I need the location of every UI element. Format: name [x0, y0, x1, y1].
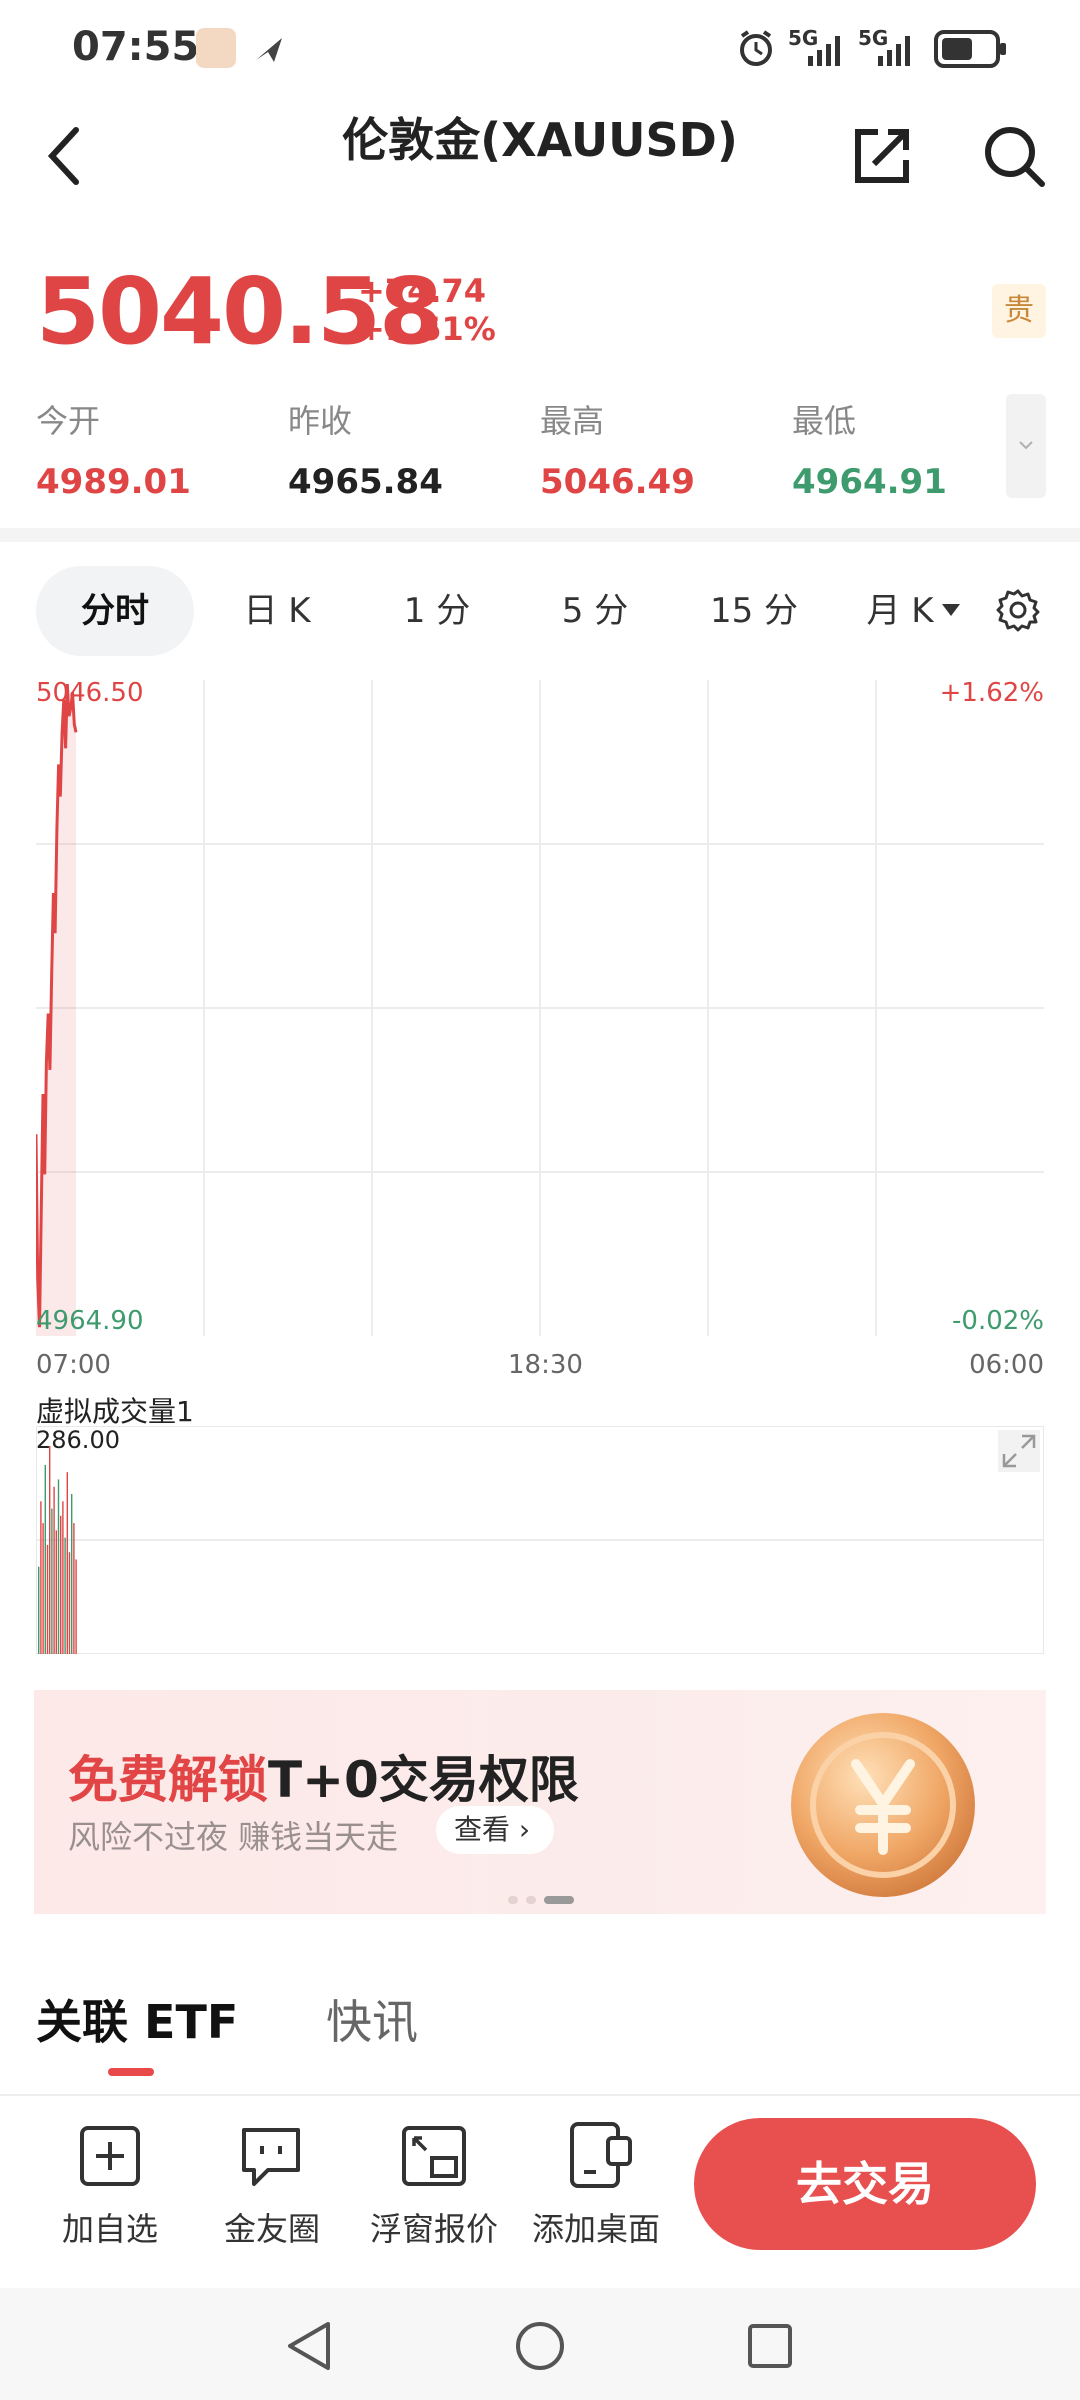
status-bar: 07:55 5G 5G [0, 0, 1080, 100]
nav-home-icon[interactable] [512, 2318, 568, 2374]
app-notification-icon [196, 28, 236, 68]
volume-bar [40, 1501, 42, 1654]
banner-title: 免费解锁T+0交易权限 [68, 1740, 579, 1812]
stat-value-high: 5046.49 [540, 462, 695, 502]
volume-title: 虚拟成交量1 [36, 1395, 194, 1428]
volume-bar [53, 1486, 55, 1654]
stat-label-prev-close: 昨收 [288, 402, 353, 440]
volume-bar [60, 1515, 62, 1654]
signal-icon [808, 36, 840, 66]
volume-bar [68, 1552, 71, 1654]
carousel-dot-1 [508, 1896, 518, 1904]
chart-pct-max-label: +1.62% [939, 678, 1044, 708]
chart-y-min-label: 4964.90 [36, 1306, 144, 1336]
share-icon[interactable] [852, 126, 912, 186]
price-change-pct: +1.51% [358, 310, 496, 348]
volume-bar [75, 1559, 77, 1654]
stat-value-low: 4964.91 [792, 462, 947, 502]
volume-bar [66, 1472, 68, 1654]
signal-icon-2 [878, 36, 910, 66]
battery-icon [934, 30, 1006, 68]
tab-5min[interactable]: 5 分 [540, 566, 650, 656]
volume-bar [73, 1523, 75, 1654]
stat-value-open: 4989.01 [36, 462, 191, 502]
floating-quote-label[interactable]: 浮窗报价 [354, 2204, 514, 2250]
banner-title-main: T+0交易权限 [268, 1751, 579, 1809]
price-change: +74.74 [358, 272, 487, 310]
section-divider [0, 528, 1080, 542]
tab-news-flash[interactable]: 快讯 [326, 1986, 418, 2052]
chevron-down-icon [1019, 441, 1033, 450]
community-chat-icon[interactable] [238, 2124, 304, 2190]
carousel-dot-2 [526, 1896, 536, 1904]
banner-view-button[interactable]: 查看 › [436, 1806, 554, 1854]
tab-1min[interactable]: 1 分 [382, 566, 492, 656]
tab-15min[interactable]: 15 分 [696, 566, 812, 656]
banner-view-label: 查看 [454, 1813, 511, 1846]
tab-daily-k[interactable]: 日 K [222, 566, 332, 656]
stat-label-low: 最低 [792, 402, 857, 440]
nav-recents-icon[interactable] [742, 2318, 798, 2374]
volume-bar [71, 1494, 73, 1654]
tab-related-etf[interactable]: 关联 ETF [36, 1986, 238, 2052]
add-watchlist-label[interactable]: 加自选 [30, 2204, 190, 2250]
nav-back-icon[interactable] [282, 2318, 338, 2374]
x-tick-label-start: 07:00 [36, 1350, 111, 1380]
send-notification-icon [256, 38, 282, 62]
volume-bar [51, 1508, 53, 1654]
search-icon[interactable] [982, 124, 1046, 188]
banner-subtitle: 风险不过夜 赚钱当天走 [68, 1818, 399, 1856]
banner-title-highlight: 免费解锁 [68, 1751, 268, 1809]
volume-bar [55, 1530, 57, 1654]
intraday-chart[interactable] [36, 680, 1044, 1336]
chevron-right-icon: › [510, 1813, 531, 1846]
fullscreen-button[interactable] [998, 1430, 1040, 1472]
x-tick-label-end: 06:00 [969, 1350, 1044, 1380]
alarm-icon [740, 30, 772, 66]
volume-bar [38, 1566, 40, 1654]
community-label[interactable]: 金友圈 [192, 2204, 352, 2250]
status-time: 07:55 [72, 24, 200, 70]
tab-monthly-k[interactable]: 月 K [860, 566, 940, 656]
tab-intraday[interactable]: 分时 [36, 566, 194, 656]
stat-label-high: 最高 [540, 402, 605, 440]
add-to-desktop-label[interactable]: 添加桌面 [516, 2204, 676, 2250]
volume-bar [49, 1446, 51, 1654]
chart-pct-min-label: -0.02% [952, 1306, 1044, 1336]
trade-button[interactable]: 去交易 [694, 2118, 1036, 2250]
chart-y-max-label: 5046.50 [36, 678, 144, 708]
floating-window-icon[interactable] [400, 2124, 468, 2188]
settings-icon[interactable] [996, 588, 1040, 632]
volume-bar [42, 1523, 44, 1654]
expand-icon [1002, 1434, 1036, 1468]
expand-stats-button[interactable] [1006, 394, 1046, 498]
volume-bar [44, 1464, 46, 1654]
volume-bar [62, 1501, 64, 1654]
category-tag: 贵 [992, 284, 1046, 338]
stat-label-open: 今开 [36, 402, 101, 440]
volume-bar [57, 1479, 60, 1654]
active-tab-indicator [108, 2068, 154, 2076]
x-tick-label-mid: 18:30 [508, 1350, 583, 1380]
add-watchlist-icon[interactable] [78, 2124, 142, 2188]
add-to-desktop-icon[interactable] [568, 2120, 634, 2190]
volume-bar [46, 1544, 49, 1654]
stat-value-prev-close: 4965.84 [288, 462, 443, 502]
volume-bar [64, 1537, 66, 1654]
caret-down-icon[interactable] [940, 600, 962, 620]
yuan-coin-icon [791, 1713, 975, 1897]
page-title: 伦敦金(XAUUSD) [342, 113, 738, 167]
carousel-dot-active [544, 1896, 574, 1904]
volume-chart[interactable] [36, 1426, 1044, 1654]
